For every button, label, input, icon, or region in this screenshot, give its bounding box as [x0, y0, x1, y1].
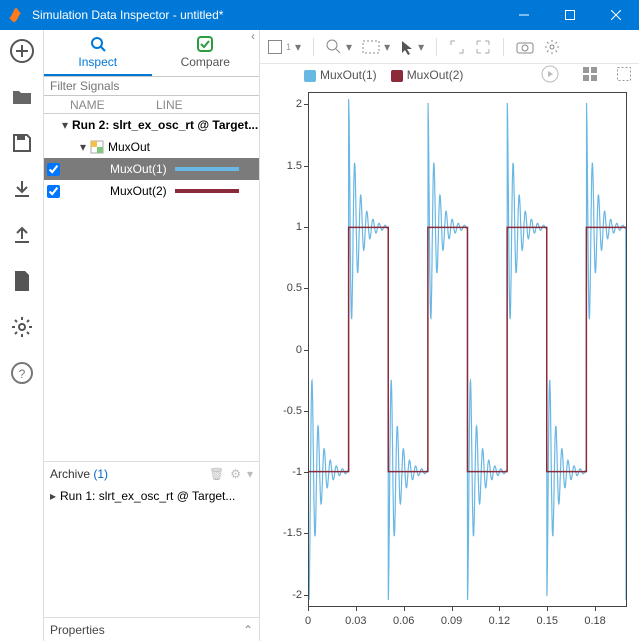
grid-dash-icon[interactable]: [617, 67, 631, 84]
zoom-button[interactable]: ▾: [326, 39, 352, 55]
mux-node[interactable]: ▾ MuxOut: [44, 136, 259, 158]
plot-toolbar: 1▾ ▾ ▾ ▾: [260, 30, 639, 64]
plot-gear-icon[interactable]: [544, 39, 560, 55]
chevron-down-icon[interactable]: ▾: [247, 467, 253, 481]
y-tick-label: -2: [266, 589, 302, 601]
signal-panel: Inspect Compare ‹ NAME LINE ▾ Run 2: slr…: [44, 30, 260, 641]
help-icon[interactable]: ?: [9, 360, 35, 386]
plot-legend: MuxOut(1) MuxOut(2): [260, 64, 639, 86]
maximize-button[interactable]: [547, 0, 593, 30]
import-icon[interactable]: [9, 176, 35, 202]
tab-inspect-label: Inspect: [78, 55, 117, 69]
col-line: LINE: [156, 98, 183, 112]
export-icon[interactable]: [9, 222, 35, 248]
archive-count: (1): [93, 467, 108, 481]
window-title: Simulation Data Inspector - untitled*: [32, 8, 501, 22]
snapshot-icon[interactable]: [516, 40, 534, 54]
signal-row-2[interactable]: MuxOut(2): [44, 180, 259, 202]
signal-2-swatch: [175, 189, 239, 193]
archive-run-label: Run 1: slrt_ex_osc_rt @ Target...: [60, 489, 235, 503]
chart-area[interactable]: -2 -1.5 -1 -0.5 0 0.5 1 1.5 2 0 0.03 0.06 0.09 0.12 0.…: [260, 86, 639, 641]
x-tick-label: 0.12: [489, 615, 510, 627]
check-icon: [196, 35, 214, 53]
legend-label-2: MuxOut(2): [407, 68, 464, 82]
grid-4-icon[interactable]: [583, 67, 597, 84]
signal-2-label: MuxOut(2): [110, 184, 167, 198]
collapse-panel-icon[interactable]: ‹: [247, 30, 259, 42]
properties-header[interactable]: Properties ⌃: [44, 617, 259, 641]
signal-tree: ▾ Run 2: slrt_ex_osc_rt @ Target... ▾ Mu…: [44, 114, 259, 461]
legend-label-1: MuxOut(1): [320, 68, 377, 82]
signal-1-swatch: [175, 167, 239, 171]
svg-text:?: ?: [18, 367, 25, 381]
mux-icon: [90, 140, 104, 154]
chevron-up-icon[interactable]: ⌃: [243, 623, 253, 637]
y-tick-label: -0.5: [266, 405, 302, 417]
signal-2-checkbox[interactable]: [47, 185, 60, 198]
archive-label: Archive: [50, 467, 90, 481]
x-tick-label: 0.03: [345, 615, 366, 627]
x-tick-label: 0.18: [584, 615, 605, 627]
x-tick-label: 0: [305, 615, 311, 627]
title-bar: Simulation Data Inspector - untitled*: [0, 0, 639, 30]
matlab-logo-icon: [8, 7, 24, 23]
archive-header[interactable]: Archive (1) 🗑 ⚙ ▾: [44, 461, 259, 485]
cursor-button[interactable]: ▾: [400, 39, 424, 55]
layout-button[interactable]: 1▾: [268, 40, 301, 54]
signal-1-label: MuxOut(1): [110, 162, 167, 176]
y-tick-label: 1: [266, 221, 302, 233]
signal-1-checkbox[interactable]: [47, 163, 60, 176]
run-label: Run 2: slrt_ex_osc_rt @ Target...: [72, 118, 258, 132]
tab-compare-label: Compare: [181, 55, 230, 69]
y-tick-label: 0: [266, 344, 302, 356]
fit-button[interactable]: ▾: [362, 40, 390, 54]
col-name: NAME: [64, 98, 156, 112]
left-rail: ?: [0, 30, 44, 641]
stream-icon[interactable]: [541, 65, 559, 86]
close-button[interactable]: [593, 0, 639, 30]
properties-label: Properties: [50, 623, 105, 637]
y-tick-label: 0.5: [266, 282, 302, 294]
plot-panel: 1▾ ▾ ▾ ▾ MuxOut(1) MuxOut(2) -2 -1.5 -1: [260, 30, 639, 641]
new-file-icon[interactable]: [9, 268, 35, 294]
legend-swatch-2: [391, 70, 403, 82]
folder-icon[interactable]: [9, 84, 35, 110]
filter-input[interactable]: [44, 76, 259, 96]
archive-run[interactable]: ▸ Run 1: slrt_ex_osc_rt @ Target...: [44, 485, 259, 507]
minimize-button[interactable]: [501, 0, 547, 30]
x-tick-label: 0.06: [393, 615, 414, 627]
y-tick-label: -1.5: [266, 527, 302, 539]
maximize-plot-icon[interactable]: [475, 39, 491, 55]
tab-compare[interactable]: Compare: [152, 30, 260, 76]
x-tick-label: 0.09: [441, 615, 462, 627]
archive-gear-icon[interactable]: ⚙: [230, 467, 241, 481]
y-tick-label: 2: [266, 98, 302, 110]
expand-icon[interactable]: [449, 39, 465, 55]
search-icon: [89, 35, 107, 53]
column-headers: NAME LINE: [44, 96, 259, 114]
mux-label: MuxOut: [108, 140, 150, 154]
y-tick-label: 1.5: [266, 160, 302, 172]
y-tick-label: -1: [266, 466, 302, 478]
run-node[interactable]: ▾ Run 2: slrt_ex_osc_rt @ Target...: [44, 114, 259, 136]
save-icon[interactable]: [9, 130, 35, 156]
tab-inspect[interactable]: Inspect: [44, 30, 152, 76]
preferences-icon[interactable]: [9, 314, 35, 340]
trash-icon[interactable]: 🗑: [209, 467, 224, 481]
legend-swatch-1: [304, 70, 316, 82]
signal-row-1[interactable]: MuxOut(1): [44, 158, 259, 180]
x-tick-label: 0.15: [537, 615, 558, 627]
add-button[interactable]: [9, 38, 35, 64]
